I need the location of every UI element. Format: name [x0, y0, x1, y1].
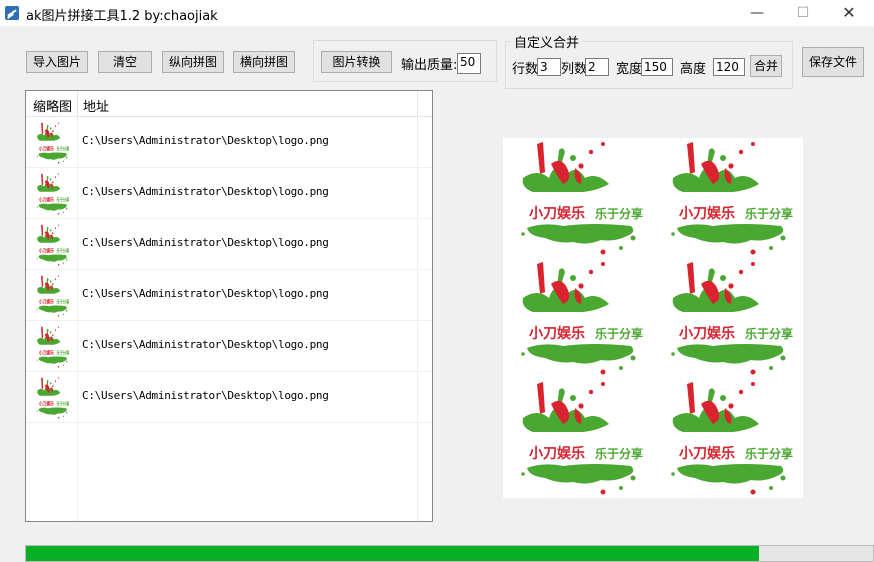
width-input[interactable]: 150: [641, 58, 673, 76]
thumbnail-splash-logo-icon: [32, 121, 72, 165]
thumbnail-splash-logo-icon: [32, 376, 72, 420]
save-file-button[interactable]: 保存文件: [802, 47, 864, 77]
quality-label: 输出质量:: [401, 58, 458, 73]
file-path: C:\Users\Administrator\Desktop\logo.png: [82, 338, 329, 351]
list-item[interactable]: C:\Users\Administrator\Desktop\logo.png: [26, 372, 432, 423]
rows-label: 行数: [512, 62, 539, 77]
list-item[interactable]: C:\Users\Administrator\Desktop\logo.png: [26, 117, 432, 168]
list-item[interactable]: C:\Users\Administrator\Desktop\logo.png: [26, 270, 432, 321]
thumbnail-splash-logo-icon: [32, 274, 72, 318]
preview-tile-splash-logo: [503, 138, 653, 258]
close-icon[interactable]: ✕: [826, 0, 872, 26]
file-path: C:\Users\Administrator\Desktop\logo.png: [82, 185, 329, 198]
preview-tile-splash-logo: [653, 138, 803, 258]
window-title: ak图片拼接工具1.2 by:chaojiak: [26, 9, 218, 24]
progress-bar: [25, 545, 874, 562]
preview-tile-splash-logo: [503, 258, 653, 378]
file-path: C:\Users\Administrator\Desktop\logo.png: [82, 389, 329, 402]
cols-input[interactable]: 2: [585, 58, 609, 76]
list-item[interactable]: C:\Users\Administrator\Desktop\logo.png: [26, 321, 432, 372]
list-item[interactable]: C:\Users\Administrator\Desktop\logo.png: [26, 219, 432, 270]
column-address[interactable]: 地址: [83, 96, 109, 115]
file-path: C:\Users\Administrator\Desktop\logo.png: [82, 236, 329, 249]
height-label: 高度: [680, 62, 707, 77]
file-list-header: 缩略图 地址: [26, 91, 432, 117]
horizontal-stitch-button[interactable]: 横向拼图: [233, 51, 295, 73]
thumbnail-splash-logo-icon: [32, 325, 72, 369]
file-path: C:\Users\Administrator\Desktop\logo.png: [82, 287, 329, 300]
custom-merge-title: 自定义合并: [511, 32, 583, 51]
merge-preview: [503, 138, 803, 498]
clear-button[interactable]: 清空: [98, 51, 152, 73]
column-thumbnail[interactable]: 缩略图: [33, 96, 72, 115]
convert-image-button[interactable]: 图片转换: [321, 51, 392, 73]
height-input[interactable]: 120: [713, 58, 745, 76]
list-item[interactable]: C:\Users\Administrator\Desktop\logo.png: [26, 168, 432, 219]
progress-fill: [26, 546, 759, 561]
merge-button[interactable]: 合并: [750, 55, 782, 77]
file-list[interactable]: 缩略图 地址 C:\Users\Administrator\Desktop\lo…: [25, 90, 433, 522]
cols-label: 列数: [561, 62, 588, 77]
quality-input[interactable]: 50: [457, 53, 481, 74]
vertical-stitch-button[interactable]: 纵向拼图: [162, 51, 224, 73]
rows-input[interactable]: 3: [537, 58, 561, 76]
preview-tile-splash-logo: [653, 258, 803, 378]
title-bar: ak图片拼接工具1.2 by:chaojiak — ☐ ✕: [0, 0, 874, 26]
preview-tile-splash-logo: [503, 378, 653, 498]
file-path: C:\Users\Administrator\Desktop\logo.png: [82, 134, 329, 147]
thumbnail-splash-logo-icon: [32, 172, 72, 216]
app-icon: [5, 6, 19, 20]
preview-tile-splash-logo: [653, 378, 803, 498]
thumbnail-splash-logo-icon: [32, 223, 72, 267]
minimize-icon[interactable]: —: [734, 0, 780, 26]
maximize-icon[interactable]: ☐: [780, 0, 826, 26]
width-label: 宽度: [616, 62, 643, 77]
import-images-button[interactable]: 导入图片: [26, 51, 88, 73]
